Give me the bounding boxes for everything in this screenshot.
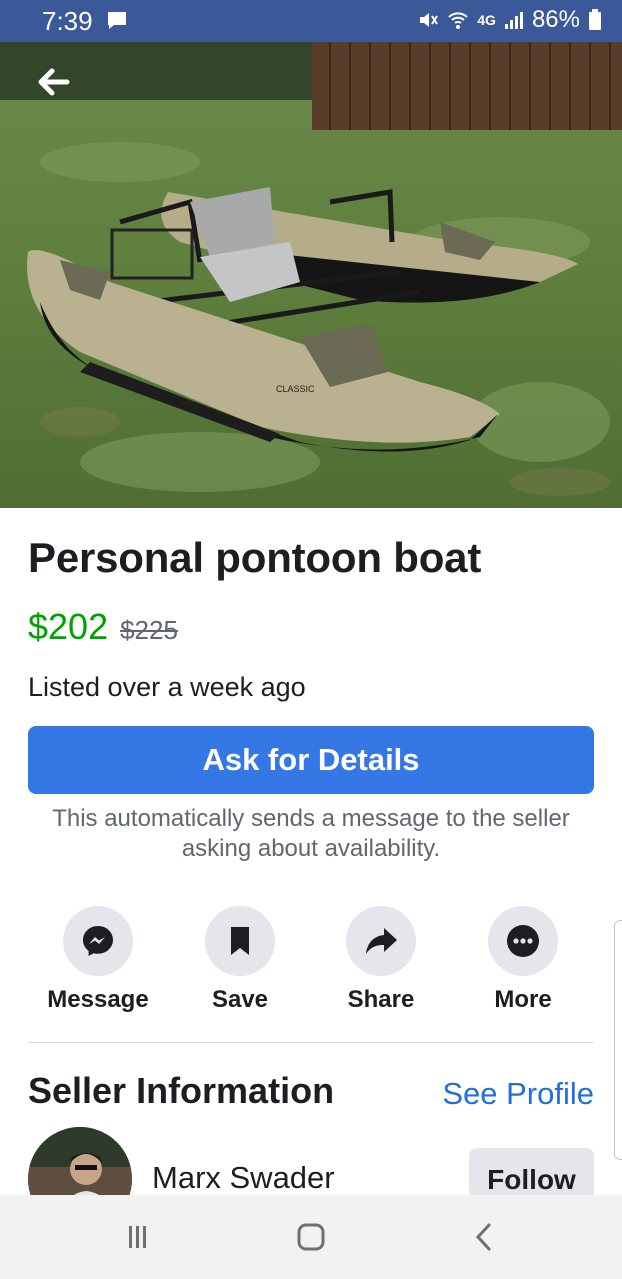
more-dots-icon: [507, 925, 539, 957]
more-action[interactable]: More: [453, 906, 593, 1014]
save-action[interactable]: Save: [170, 906, 310, 1014]
ask-for-details-button[interactable]: Ask for Details: [28, 726, 594, 794]
wifi-icon: [447, 9, 469, 31]
battery-percent: 86%: [531, 6, 580, 33]
share-action[interactable]: Share: [311, 906, 451, 1014]
messenger-icon: [83, 926, 113, 956]
save-button[interactable]: [205, 906, 275, 976]
recents-icon: [129, 1226, 146, 1248]
back-button[interactable]: [32, 62, 76, 102]
ask-note: This automatically sends a message to th…: [52, 805, 570, 862]
more-button[interactable]: [488, 906, 558, 976]
scrollbar[interactable]: [614, 920, 622, 1160]
listed-time: Listed over a week ago: [28, 672, 306, 702]
bookmark-icon: [231, 927, 249, 955]
mute-icon: [417, 9, 439, 31]
battery-icon: [588, 9, 602, 31]
boat-logo-text: CLASSIC: [276, 384, 315, 394]
listing-photo[interactable]: CLASSIC: [0, 42, 622, 508]
original-price: $225: [120, 615, 178, 645]
action-row: Message Save Share More: [28, 906, 594, 1016]
back-arrow-icon: [38, 68, 70, 96]
pontoon-boat-image: CLASSIC: [0, 42, 622, 508]
status-time: 7:39: [42, 6, 93, 36]
price-row: $202 $225: [28, 606, 178, 648]
network-type-icon: 4G: [477, 12, 496, 28]
message-action[interactable]: Message: [28, 906, 168, 1014]
message-notification-icon: [106, 11, 128, 36]
more-label: More: [494, 986, 552, 1013]
status-icons: 4G 86%: [417, 6, 602, 34]
seller-information-heading: Seller Information: [28, 1070, 335, 1111]
seller-name[interactable]: Marx Swader: [152, 1160, 335, 1196]
price: $202: [28, 606, 109, 647]
message-button[interactable]: [63, 906, 133, 976]
listing-title: Personal pontoon boat: [28, 534, 482, 581]
recents-button[interactable]: [117, 1217, 157, 1257]
system-back-button[interactable]: [464, 1217, 504, 1257]
status-bar: 7:39 4G 86%: [0, 0, 622, 42]
share-button[interactable]: [346, 906, 416, 976]
home-button[interactable]: [291, 1217, 331, 1257]
back-icon: [475, 1223, 491, 1251]
signal-icon: [504, 9, 524, 31]
navigation-bar: [0, 1195, 622, 1279]
fence: [312, 42, 622, 130]
save-label: Save: [211, 986, 269, 1013]
divider: [28, 1042, 594, 1043]
message-label: Message: [47, 986, 149, 1013]
see-profile-link[interactable]: See Profile: [442, 1076, 594, 1112]
share-arrow-icon: [366, 928, 397, 954]
share-label: Share: [347, 986, 415, 1013]
home-icon: [297, 1223, 325, 1251]
